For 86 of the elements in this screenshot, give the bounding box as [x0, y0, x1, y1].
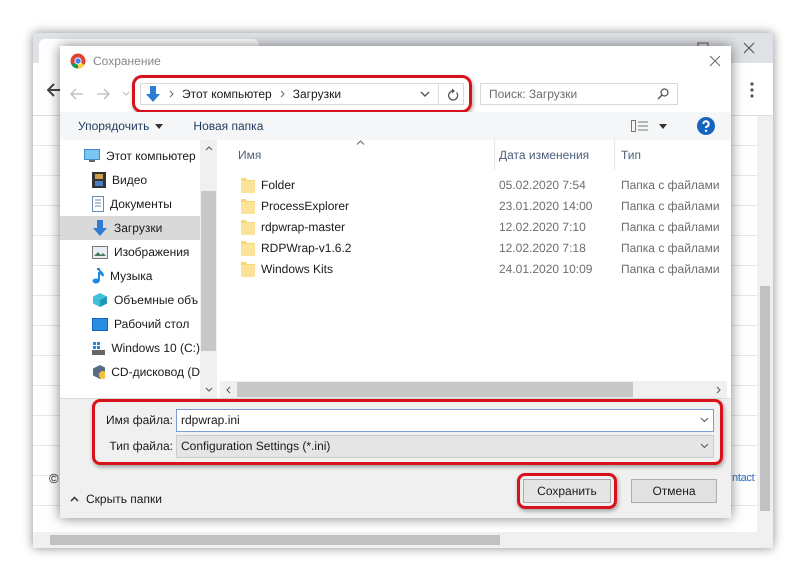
download-arrow-icon	[92, 219, 108, 237]
dropdown-caret-icon[interactable]	[659, 124, 667, 128]
cube-icon	[92, 292, 108, 308]
contact-link[interactable]: ntact	[732, 472, 754, 484]
music-note-icon	[92, 268, 104, 284]
column-header[interactable]: Дата изменения	[495, 140, 615, 170]
folder-icon	[241, 240, 255, 256]
chevron-down-icon	[700, 443, 709, 449]
folder-icon	[241, 176, 255, 192]
horizontal-scrollbar[interactable]	[33, 532, 773, 548]
hide-folders-button[interactable]: Скрыть папки	[70, 492, 162, 506]
chevron-up-icon	[70, 496, 79, 502]
table-cell-text: 23.01.2020 14:00	[498, 198, 594, 212]
vertical-scrollbar[interactable]	[200, 140, 217, 398]
sidebar-item[interactable]: CD-дисковод (D	[60, 360, 200, 384]
organize-menu-button[interactable]: Упорядочить	[78, 119, 150, 133]
download-arrow-icon	[145, 85, 161, 103]
chevron-down-icon[interactable]	[420, 91, 430, 97]
breadcrumb[interactable]: Загрузки	[292, 87, 342, 101]
refresh-icon[interactable]	[447, 88, 459, 100]
chevron-right-icon	[169, 90, 174, 98]
field-label: Имя файла:	[105, 413, 174, 427]
file-type-dropdown[interactable]: Configuration Settings (*.ini)	[176, 434, 714, 458]
help-icon[interactable]	[697, 117, 715, 135]
column-header[interactable]: Тип	[615, 140, 727, 170]
breadcrumb[interactable]: Этот компьютер	[182, 87, 272, 101]
sidebar-item[interactable]: Рабочий стол	[60, 312, 200, 336]
new-folder-button[interactable]: Новая папка	[193, 119, 264, 133]
cancel-button[interactable]: Отмена	[631, 479, 717, 503]
table-cell-text: 05.02.2020 7:54	[498, 178, 587, 192]
table-cell-text: Папка с файлами	[620, 220, 721, 234]
folder-icon	[241, 260, 255, 276]
back-arrow-icon[interactable]	[47, 83, 63, 97]
drive-icon	[92, 341, 106, 355]
sidebar-item[interactable]: Изображения	[60, 240, 200, 264]
scroll-left-icon[interactable]	[226, 386, 231, 394]
table-cell-text: 24.01.2020 10:09	[498, 262, 594, 276]
chevron-right-icon	[280, 90, 285, 98]
view-options-icon[interactable]	[631, 120, 649, 132]
column-header[interactable]: Имя	[220, 140, 495, 170]
monitor-icon	[84, 149, 100, 163]
sidebar-item[interactable]: Этот компьютер	[60, 144, 200, 168]
menu-icon[interactable]	[750, 82, 754, 98]
sidebar-item[interactable]: Загрузки	[60, 216, 200, 240]
copyright-text: ©	[49, 471, 59, 486]
file-name[interactable]: ProcessExplorer	[261, 198, 350, 212]
field-label: Тип файла:	[108, 439, 174, 453]
file-name[interactable]: rdpwrap-master	[261, 220, 346, 234]
dropdown-caret-icon	[155, 124, 164, 128]
chevron-down-icon[interactable]	[700, 417, 709, 423]
table-cell-text: Папка с файлами	[620, 240, 721, 254]
horizontal-scrollbar[interactable]	[220, 381, 727, 398]
folder-icon	[241, 198, 255, 214]
disc-drive-icon	[92, 364, 106, 380]
address-bar[interactable]: Этот компьютер Загрузки	[140, 83, 464, 105]
close-icon[interactable]	[743, 42, 755, 54]
table-cell-text: Папка с файлами	[620, 178, 721, 192]
sidebar-item[interactable]: Windows 10 (C:)	[60, 336, 200, 360]
sidebar-item[interactable]: Музыка	[60, 264, 200, 288]
file-name[interactable]: RDPWrap-v1.6.2	[261, 240, 352, 254]
scroll-right-icon[interactable]	[716, 386, 721, 394]
desktop-icon	[92, 318, 108, 330]
folder-icon	[241, 218, 255, 234]
vertical-scrollbar[interactable]	[757, 116, 773, 532]
table-cell-text: Папка с файлами	[620, 198, 721, 212]
file-name[interactable]: Windows Kits	[261, 262, 334, 276]
file-name-field[interactable]: rdpwrap.ini	[176, 408, 714, 432]
sidebar-item[interactable]: Видео	[60, 168, 200, 192]
picture-icon	[92, 246, 108, 258]
film-icon	[92, 172, 106, 188]
table-cell-text: 12.02.2020 7:18	[498, 240, 587, 254]
scroll-down-icon[interactable]	[204, 387, 212, 392]
table-cell-text: Папка с файлами	[620, 262, 721, 276]
search-icon	[657, 88, 669, 100]
scroll-up-icon[interactable]	[204, 146, 212, 151]
sidebar-item[interactable]: Документы	[60, 192, 200, 216]
file-name[interactable]: Folder	[261, 178, 296, 192]
sidebar-item[interactable]: Объемные объ	[60, 288, 200, 312]
dialog-title: Сохранение	[93, 54, 162, 68]
search-field[interactable]: Поиск: Загрузки	[480, 83, 678, 105]
save-button[interactable]: Сохранить	[523, 479, 611, 503]
sort-caret-icon	[356, 140, 365, 145]
chrome-logo-icon	[70, 53, 86, 69]
table-cell-text: 12.02.2020 7:10	[498, 220, 587, 234]
document-icon	[92, 196, 104, 212]
close-icon[interactable]	[709, 55, 721, 67]
